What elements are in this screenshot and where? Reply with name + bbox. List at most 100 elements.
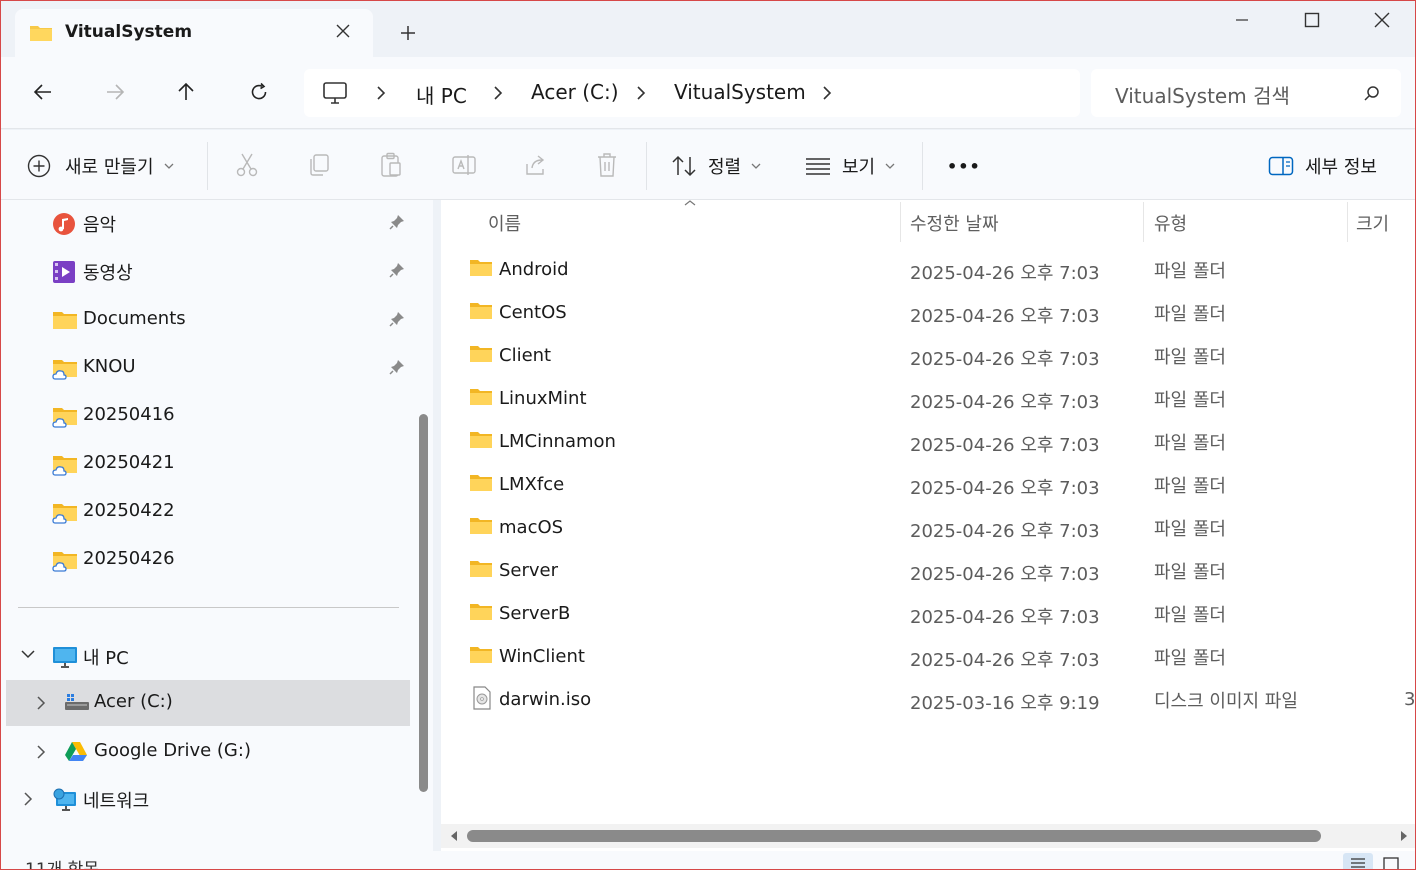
details-pane-button[interactable]: 세부 정보	[1268, 150, 1377, 182]
network-icon	[53, 788, 76, 811]
sidebar-item-network[interactable]: 네트워크	[1, 776, 411, 822]
maximize-button[interactable]	[1289, 5, 1335, 35]
sidebar-item-music[interactable]: 음악	[1, 200, 411, 246]
sidebar-item-20250421[interactable]: 20250421	[1, 441, 411, 487]
file-row[interactable]: CentOS 2025-04-26 오후 7:03 파일 폴더	[441, 292, 1415, 335]
sidebar-item-knou[interactable]: KNOU	[1, 345, 411, 391]
column-header-size[interactable]: 크기	[1356, 210, 1389, 236]
address-bar[interactable]: 내 PC Acer (C:) VitualSystem	[304, 69, 1080, 117]
sidebar-scrollbar-thumb[interactable]	[419, 414, 428, 792]
back-button[interactable]	[26, 75, 60, 109]
file-row[interactable]: ServerB 2025-04-26 오후 7:03 파일 폴더	[441, 593, 1415, 636]
rename-icon[interactable]	[451, 152, 477, 178]
chevron-right-icon[interactable]	[36, 745, 46, 759]
file-date: 2025-04-26 오후 7:03	[910, 435, 1100, 456]
tiles-view-button[interactable]	[1377, 853, 1407, 869]
column-header-type[interactable]: 유형	[1154, 210, 1187, 236]
file-row[interactable]: LMXfce 2025-04-26 오후 7:03 파일 폴더	[441, 464, 1415, 507]
column-header-date[interactable]: 수정한 날짜	[910, 210, 999, 236]
scroll-left-icon[interactable]	[449, 830, 459, 842]
cut-icon[interactable]	[235, 152, 259, 178]
file-name: Server	[499, 560, 559, 581]
sidebar-item-google-drive[interactable]: Google Drive (G:)	[1, 729, 411, 775]
minimize-icon	[1236, 19, 1248, 21]
refresh-button[interactable]	[242, 75, 276, 109]
sidebar-item-documents[interactable]: Documents	[1, 297, 411, 343]
pin-icon[interactable]	[389, 214, 405, 230]
tab-vitualsystem[interactable]: VitualSystem	[15, 9, 373, 57]
sidebar-item-my-pc[interactable]: 내 PC	[1, 633, 411, 679]
view-button[interactable]: 보기	[805, 150, 895, 182]
column-divider[interactable]	[1347, 202, 1348, 242]
file-row[interactable]: macOS 2025-04-26 오후 7:03 파일 폴더	[441, 507, 1415, 550]
share-icon[interactable]	[523, 152, 549, 178]
file-row[interactable]: LinuxMint 2025-04-26 오후 7:03 파일 폴더	[441, 378, 1415, 421]
chevron-right-icon[interactable]	[36, 696, 46, 710]
close-window-button[interactable]	[1359, 5, 1405, 35]
paste-icon[interactable]	[379, 152, 403, 178]
file-type: 파일 폴더	[1154, 519, 1226, 540]
close-tab-button[interactable]	[331, 19, 355, 43]
file-type: 디스크 이미지 파일	[1154, 691, 1298, 712]
sidebar-item-20250416[interactable]: 20250416	[1, 393, 411, 439]
new-button[interactable]: 새로 만들기	[27, 150, 174, 182]
sort-label: 정렬	[708, 157, 742, 178]
sidebar-item-20250426[interactable]: 20250426	[1, 537, 411, 583]
chevron-right-icon[interactable]	[23, 792, 33, 806]
divider	[207, 142, 208, 190]
file-date: 2025-04-26 오후 7:03	[910, 478, 1100, 499]
file-date: 2025-04-26 오후 7:03	[910, 650, 1100, 671]
breadcrumb-acer-c[interactable]: Acer (C:)	[531, 80, 619, 104]
file-name: LinuxMint	[499, 388, 587, 409]
sidebar-item-20250422[interactable]: 20250422	[1, 489, 411, 535]
folder-icon	[470, 260, 492, 276]
cloud-folder-icon	[52, 408, 77, 428]
status-bar: 11개 항목	[1, 851, 1415, 869]
file-row[interactable]: darwin.iso 2025-03-16 오후 9:19 디스크 이미지 파일 3,	[441, 679, 1415, 722]
sidebar-item-videos[interactable]: 동영상	[1, 248, 411, 294]
column-header-name[interactable]: 이름	[488, 210, 521, 236]
file-row[interactable]: Android 2025-04-26 오후 7:03 파일 폴더	[441, 249, 1415, 292]
chevron-right-icon[interactable]	[822, 85, 832, 101]
pin-icon[interactable]	[389, 311, 405, 327]
folder-icon	[470, 647, 492, 663]
chevron-down-icon[interactable]	[21, 649, 35, 659]
breadcrumb-my-pc[interactable]: 내 PC	[416, 80, 467, 109]
file-row[interactable]: Server 2025-04-26 오후 7:03 파일 폴더	[441, 550, 1415, 593]
sidebar-item-label: Documents	[83, 308, 186, 329]
sidebar-item-label: 20250422	[83, 500, 175, 521]
trash-icon[interactable]	[595, 152, 619, 178]
folder-icon	[470, 475, 492, 491]
search-box[interactable]: VitualSystem 검색	[1091, 69, 1401, 117]
pin-icon[interactable]	[389, 262, 405, 278]
up-button[interactable]	[169, 75, 203, 109]
chevron-down-icon	[164, 163, 173, 169]
pin-icon[interactable]	[389, 359, 405, 375]
file-row[interactable]: Client 2025-04-26 오후 7:03 파일 폴더	[441, 335, 1415, 378]
new-tab-button[interactable]	[393, 18, 423, 48]
sidebar-item-acer-c[interactable]: Acer (C:)	[6, 680, 410, 726]
file-row[interactable]: LMCinnamon 2025-04-26 오후 7:03 파일 폴더	[441, 421, 1415, 464]
column-divider[interactable]	[900, 202, 901, 242]
copy-icon[interactable]	[307, 152, 331, 178]
column-divider[interactable]	[1143, 202, 1144, 242]
sidebar-item-label: 음악	[83, 215, 117, 236]
search-input[interactable]: VitualSystem 검색	[1115, 80, 1290, 109]
horizontal-scrollbar-thumb[interactable]	[467, 830, 1321, 842]
folder-icon	[30, 26, 52, 41]
drive-icon	[65, 694, 89, 710]
forward-button[interactable]	[98, 75, 132, 109]
divider	[646, 142, 647, 190]
file-name: darwin.iso	[499, 689, 592, 710]
file-type: 파일 폴더	[1154, 347, 1226, 368]
file-date: 2025-04-26 오후 7:03	[910, 564, 1100, 585]
sort-button[interactable]: 정렬	[671, 150, 761, 182]
more-options-button[interactable]: •••	[947, 150, 981, 182]
breadcrumb-vitualsystem[interactable]: VitualSystem	[674, 80, 806, 104]
horizontal-scrollbar[interactable]	[441, 824, 1415, 848]
scroll-right-icon[interactable]	[1399, 830, 1409, 842]
sidebar-item-label: 20250421	[83, 452, 175, 473]
minimize-button[interactable]	[1219, 5, 1265, 35]
file-row[interactable]: WinClient 2025-04-26 오후 7:03 파일 폴더	[441, 636, 1415, 679]
details-view-button[interactable]	[1343, 853, 1373, 869]
